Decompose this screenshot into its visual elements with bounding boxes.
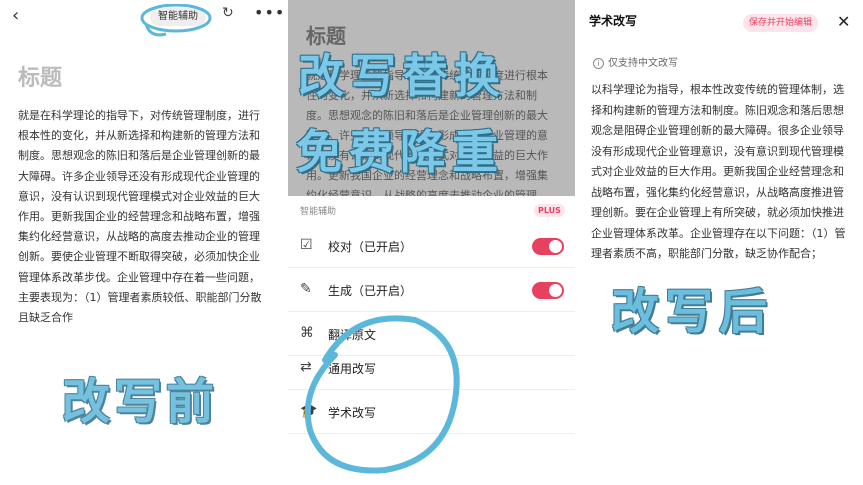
panel-title: 学术改写: [589, 14, 638, 28]
generate-toggle[interactable]: [532, 282, 564, 299]
annotation-after: 改写后: [611, 284, 774, 340]
info-icon: i: [593, 58, 604, 69]
info-note-text: 仅支持中文改写: [608, 58, 678, 69]
save-and-edit-button[interactable]: 保存并开始编辑: [743, 14, 819, 32]
refresh-icon[interactable]: ↻: [222, 5, 234, 21]
after-panel: 学术改写 保存并开始编辑 ✕ i 仅支持中文改写 以科学理论为指导，根本性改变传统…: [575, 0, 863, 485]
menu-item-proofread[interactable]: ☑ 校对（已开启）: [288, 224, 575, 268]
proofread-icon: ☑: [300, 237, 313, 253]
annotation-before: 改写前: [62, 374, 219, 430]
plus-badge: PLUS: [534, 204, 565, 217]
annotation-free-dedupe: 免费降重: [296, 125, 504, 179]
before-panel: ‹ 智能辅助 ↻ ••• 标题 就是在科学理论的指导下，对传统管理制度，进行根本…: [0, 0, 288, 485]
document-body[interactable]: 就是在科学理论的指导下，对传统管理制度，进行根本性的变化，并从新选择和构建新的管…: [18, 106, 268, 328]
rewritten-text[interactable]: 以科学理论为指导，根本性改变传统的管理体制，选择和构建新的管理方法和制度。陈旧观…: [591, 80, 851, 265]
document-title: 标题: [18, 66, 63, 91]
menu-item-label: 校对（已开启）: [328, 240, 413, 254]
sheet-header: 智能辅助: [300, 207, 337, 217]
generate-icon: ✎: [300, 281, 312, 297]
more-icon[interactable]: •••: [254, 3, 285, 22]
dimmed-document: 标题 就是科学理论的指导下，对传统管理制度进行根本性的变化，并从新选择和构建新的…: [288, 0, 575, 196]
info-note: i 仅支持中文改写: [593, 54, 678, 69]
highlight-oval: [140, 4, 212, 37]
annotation-rewrite-replace: 改写替换: [298, 49, 506, 103]
chevron-left-icon[interactable]: ‹: [12, 5, 19, 26]
proofread-toggle[interactable]: [532, 238, 564, 255]
close-icon[interactable]: ✕: [837, 12, 850, 31]
menu-item-label: 生成（已开启）: [328, 284, 413, 298]
highlight-circle: [304, 315, 460, 474]
